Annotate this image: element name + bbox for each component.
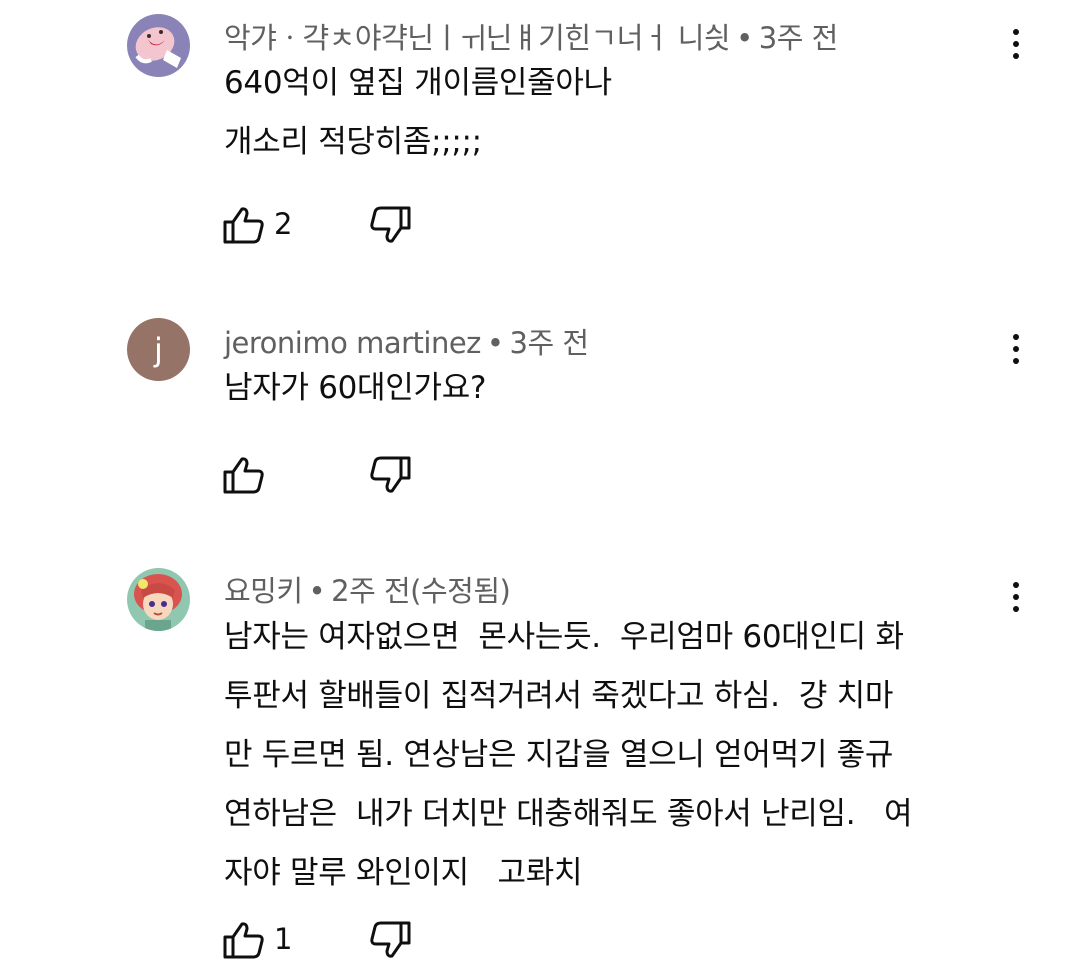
dot <box>1013 358 1019 364</box>
comment-text-line: 연하남은 내가 더치만 대충해줘도 좋아서 난리임. 여 <box>224 796 913 832</box>
dot <box>1013 346 1019 352</box>
dot <box>1013 41 1019 47</box>
comment-text: 640억이 옆집 개이름인줄아나 개소리 적당히좀;;;;; <box>224 54 612 172</box>
like-icon[interactable] <box>222 920 264 960</box>
comment-author[interactable]: jeronimo martinez <box>224 326 481 360</box>
cartoon-character-avatar-icon <box>127 14 190 77</box>
comment-author[interactable]: 악갸ㆍ갹ㅊ야갹닌ㅣㅟ닌ㅒ기힌ㄱ너ㅓ 니싓 <box>224 21 731 55</box>
meta-separator: • <box>736 21 753 55</box>
comment-meta: 악갸ㆍ갹ㅊ야갹닌ㅣㅟ닌ㅒ기힌ㄱ너ㅓ 니싓 • 3주 전 <box>224 15 838 57</box>
comment-author[interactable]: 요밍키 <box>224 574 303 608</box>
avatar[interactable] <box>127 568 190 631</box>
comment-text-line: 자야 말루 와인이지 고롸치 <box>224 855 583 891</box>
comment-text-line: 투판서 할배들이 집적거려서 죽겠다고 하심. 걍 치마 <box>224 678 894 714</box>
dot <box>1013 53 1019 59</box>
comment-time[interactable]: 2주 전(수정됨) <box>331 574 511 608</box>
comment-text-line: 남자는 여자없으면 몬사는듯. 우리엄마 60대인디 화 <box>224 619 904 655</box>
meta-separator: • <box>308 574 326 608</box>
dislike-icon[interactable] <box>370 455 412 495</box>
dislike-icon[interactable] <box>370 920 412 960</box>
comment-meta: jeronimo martinez • 3주 전 <box>224 320 589 362</box>
comment-time[interactable]: 3주 전 <box>759 21 839 55</box>
meta-separator: • <box>486 326 504 360</box>
like-icon[interactable] <box>222 205 264 245</box>
avatar-letter: j <box>154 330 163 369</box>
like-count: 2 <box>274 207 293 241</box>
comment-text-line: 남자가 60대인가요? <box>224 370 487 406</box>
like-icon[interactable] <box>222 455 264 495</box>
dot <box>1013 594 1019 600</box>
comment-text-line: 개소리 적당히좀;;;;; <box>224 124 482 160</box>
dislike-icon[interactable] <box>370 205 412 245</box>
avatar[interactable] <box>127 14 190 77</box>
avatar[interactable]: j <box>127 318 190 381</box>
comment-text-line: 만 두르면 됨. 연상남은 지갑을 열으니 얻어먹기 좋규 <box>224 737 894 773</box>
comment-menu-button[interactable] <box>998 22 1034 66</box>
like-count: 1 <box>274 922 293 956</box>
comment-menu-button[interactable] <box>998 575 1034 619</box>
comment-text-line: 640억이 옆집 개이름인줄아나 <box>224 65 612 101</box>
comment-text: 남자는 여자없으면 몬사는듯. 우리엄마 60대인디 화 투판서 할배들이 집적… <box>224 608 912 903</box>
comment-text: 남자가 60대인가요? <box>224 359 486 418</box>
comment-menu-button[interactable] <box>998 327 1034 371</box>
dot <box>1013 29 1019 35</box>
dot <box>1013 582 1019 588</box>
comment-meta: 요밍키 • 2주 전(수정됨) <box>224 568 511 610</box>
anime-girl-avatar-icon <box>127 568 190 631</box>
comment-time[interactable]: 3주 전 <box>510 326 590 360</box>
dot <box>1013 606 1019 612</box>
dot <box>1013 334 1019 340</box>
